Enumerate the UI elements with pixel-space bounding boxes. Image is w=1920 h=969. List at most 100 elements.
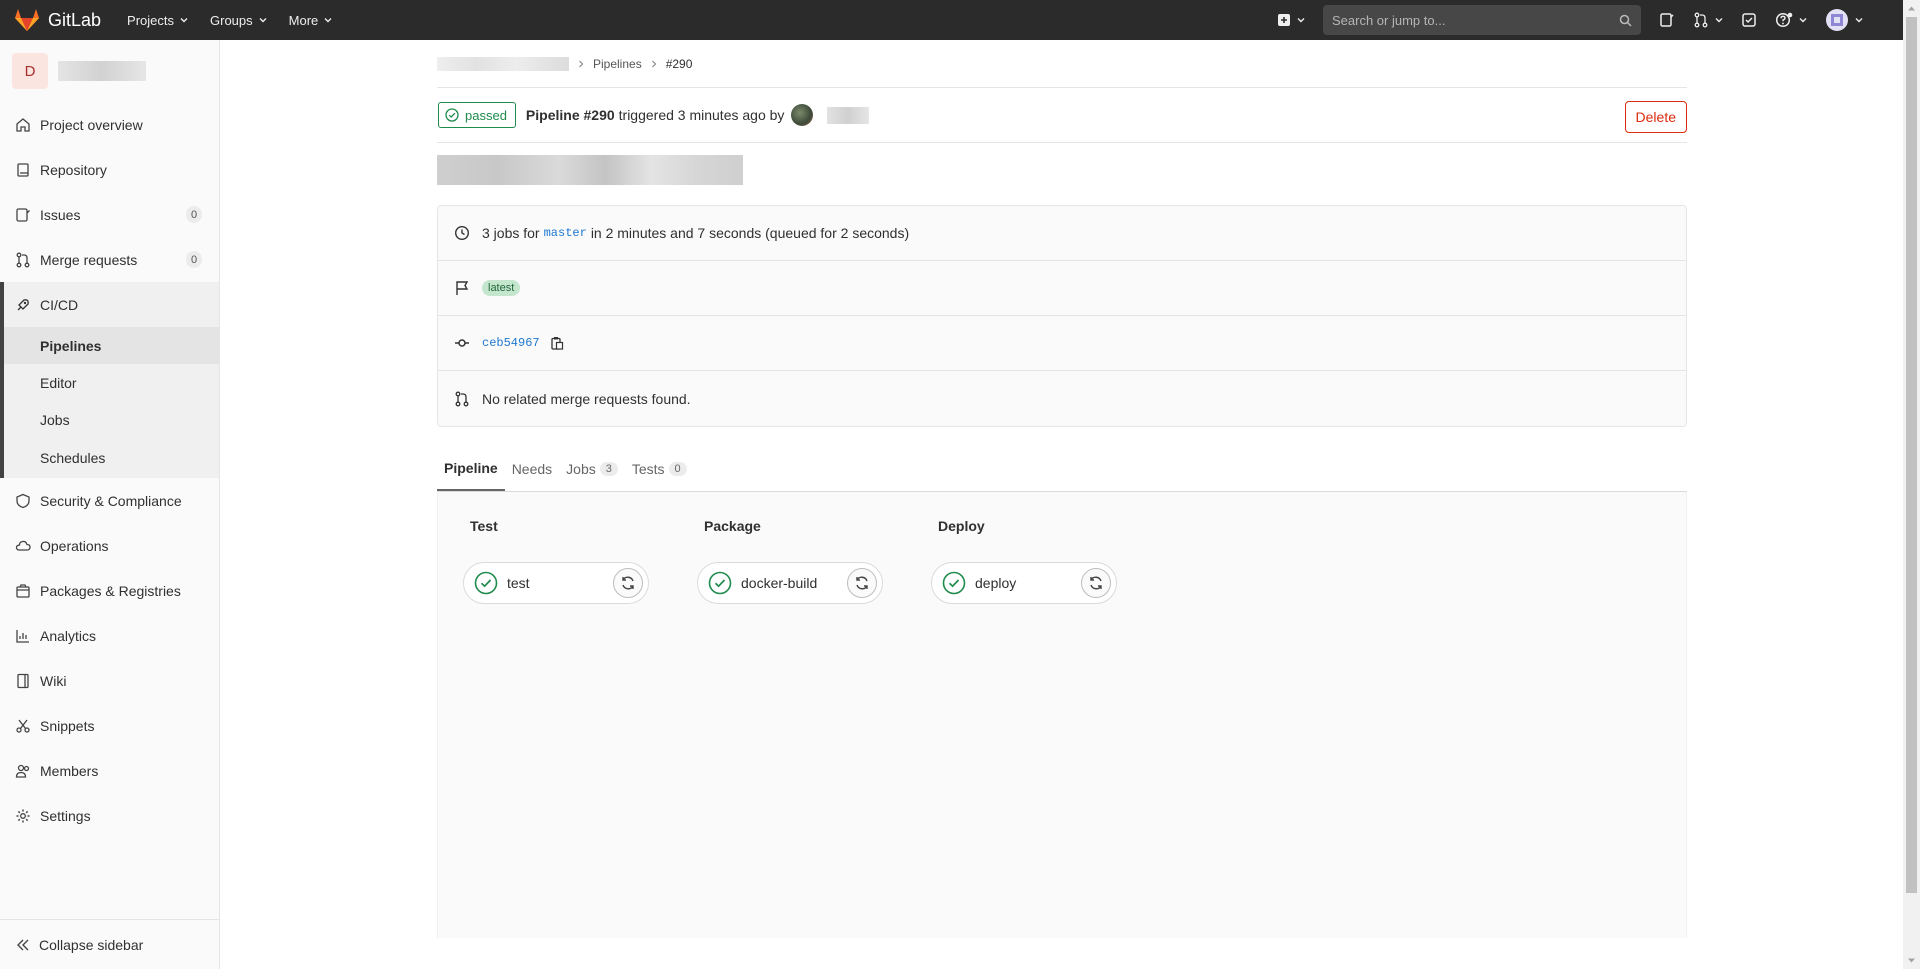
scissors-icon <box>16 719 30 733</box>
stage-title: Deploy <box>938 518 985 534</box>
user-menu-button[interactable] <box>1825 8 1863 32</box>
scroll-up-arrow-icon[interactable] <box>1907 4 1916 13</box>
sidebar-item-label: Project overview <box>40 116 143 133</box>
commit-title-redacted <box>437 155 743 185</box>
sidebar-subitem-pipelines[interactable]: Pipelines <box>4 327 219 364</box>
sidebar-item-packages-registries[interactable]: Packages & Registries <box>0 568 219 613</box>
home-icon <box>16 117 30 132</box>
pipeline-title: Pipeline #290 <box>525 107 615 123</box>
sidebar-item-issues[interactable]: Issues 0 <box>0 192 219 237</box>
tab-label: Tests <box>631 461 665 477</box>
sidebar-item-label: Settings <box>40 807 91 824</box>
flag-icon <box>456 281 469 295</box>
page-scrollbar[interactable] <box>1903 0 1920 969</box>
job-item[interactable]: deploy <box>931 562 1117 604</box>
merge-request-icon <box>455 391 469 406</box>
gitlab-logo-text: GitLab <box>48 9 102 30</box>
gitlab-logo[interactable]: GitLab <box>14 8 101 32</box>
job-item[interactable]: test <box>463 562 649 604</box>
package-icon <box>16 583 30 598</box>
sidebar-item-label: Security & Compliance <box>40 492 182 509</box>
projects-menu[interactable]: Projects <box>127 13 188 28</box>
tab-tests[interactable]: Tests 0 <box>625 447 694 491</box>
issues-nav-button[interactable] <box>1659 12 1675 28</box>
retry-job-button[interactable] <box>847 568 877 598</box>
avatar[interactable] <box>791 104 814 126</box>
sidebar-item-label: Operations <box>40 537 109 554</box>
scroll-down-arrow-icon[interactable] <box>1907 956 1916 965</box>
delete-button[interactable]: Delete <box>1624 101 1687 133</box>
sidebar-item-settings[interactable]: Settings <box>0 793 219 838</box>
collapse-sidebar-button[interactable]: Collapse sidebar <box>0 919 219 969</box>
tab-jobs[interactable]: Jobs 3 <box>559 447 625 491</box>
latest-badge: latest <box>482 280 521 296</box>
sidebar-item-analytics[interactable]: Analytics <box>0 613 219 658</box>
help-nav-button[interactable] <box>1775 12 1807 28</box>
job-name: docker-build <box>741 575 818 591</box>
sidebar-item-security-compliance[interactable]: Security & Compliance <box>0 478 219 523</box>
main-content: Pipelines #290 passed Pipeline #290 trig… <box>437 40 1687 938</box>
sidebar-subitem-editor[interactable]: Editor <box>4 364 219 401</box>
breadcrumb-current[interactable]: #290 <box>666 57 693 71</box>
sidebar-item-members[interactable]: Members <box>0 748 219 793</box>
help-icon <box>1775 12 1793 28</box>
status-badge[interactable]: passed <box>438 102 516 128</box>
issues-icon <box>16 207 30 222</box>
merge-requests-nav-button[interactable] <box>1693 12 1723 28</box>
tab-needs[interactable]: Needs <box>505 447 559 491</box>
pipeline-triggered-text: triggered 3 minutes ago by <box>618 107 785 123</box>
breadcrumb-pipelines-link[interactable]: Pipelines <box>593 57 642 71</box>
sidebar-item-repository[interactable]: Repository <box>0 147 219 192</box>
search-icon <box>1619 14 1632 27</box>
sidebar-item-snippets[interactable]: Snippets <box>0 703 219 748</box>
tab-pipeline[interactable]: Pipeline <box>437 447 505 491</box>
commit-sha-link[interactable]: ceb54967 <box>482 336 540 350</box>
new-dropdown-button[interactable] <box>1277 13 1305 27</box>
todos-nav-button[interactable] <box>1741 12 1757 28</box>
plus-square-icon <box>1278 14 1290 26</box>
merge-requests-count-badge: 0 <box>186 251 202 268</box>
trigger-user-redacted[interactable] <box>827 106 870 124</box>
sidebar-item-operations[interactable]: Operations <box>0 523 219 568</box>
breadcrumb-project-redacted[interactable] <box>437 56 569 71</box>
sidebar-subitem-jobs[interactable]: Jobs <box>4 401 219 438</box>
job-name: deploy <box>975 575 1017 591</box>
info-row-badges: latest <box>438 261 1686 316</box>
chevron-down-icon <box>1297 18 1305 23</box>
tab-label: Pipeline <box>444 460 498 476</box>
pipeline-header: passed Pipeline #290 triggered 3 minutes… <box>437 88 1687 143</box>
retry-icon <box>856 576 868 590</box>
chart-icon <box>16 629 29 643</box>
sidebar-item-merge-requests[interactable]: Merge requests 0 <box>0 237 219 282</box>
job-name: test <box>507 575 530 591</box>
job-item[interactable]: docker-build <box>697 562 883 604</box>
sidebar-group-cicd: CI/CD Pipelines Editor Jobs Schedules <box>0 282 219 478</box>
status-badge-label: passed <box>465 107 507 123</box>
gear-icon <box>16 809 30 822</box>
sidebar-item-wiki[interactable]: Wiki <box>0 658 219 703</box>
tab-label: Jobs <box>566 461 596 477</box>
book-icon <box>17 162 29 177</box>
sidebar-item-cicd[interactable]: CI/CD <box>4 282 219 327</box>
sidebar-item-label: CI/CD <box>40 296 79 313</box>
info-row-merge-requests: No related merge requests found. <box>438 371 1686 426</box>
retry-icon <box>1090 576 1102 590</box>
search-input[interactable] <box>1332 12 1619 28</box>
project-sidebar: D Project overview Repository Issues 0 M… <box>0 40 220 969</box>
retry-job-button[interactable] <box>613 568 643 598</box>
project-avatar: D <box>12 53 48 89</box>
scrollbar-thumb[interactable] <box>1906 17 1917 893</box>
project-header[interactable]: D <box>0 40 219 102</box>
groups-menu[interactable]: Groups <box>210 13 267 28</box>
issues-icon <box>1660 13 1674 27</box>
copy-commit-sha-button[interactable] <box>550 336 564 350</box>
branch-link[interactable]: master <box>544 226 587 240</box>
retry-job-button[interactable] <box>1081 568 1111 598</box>
sidebar-item-label: Analytics <box>40 627 97 644</box>
sidebar-item-project-overview[interactable]: Project overview <box>0 102 219 147</box>
sidebar-subitem-schedules[interactable]: Schedules <box>4 438 219 478</box>
rocket-icon <box>17 298 29 310</box>
search-box[interactable] <box>1323 5 1641 35</box>
more-menu[interactable]: More <box>289 13 333 28</box>
jobs-prefix-text: 3 jobs for <box>482 225 540 241</box>
